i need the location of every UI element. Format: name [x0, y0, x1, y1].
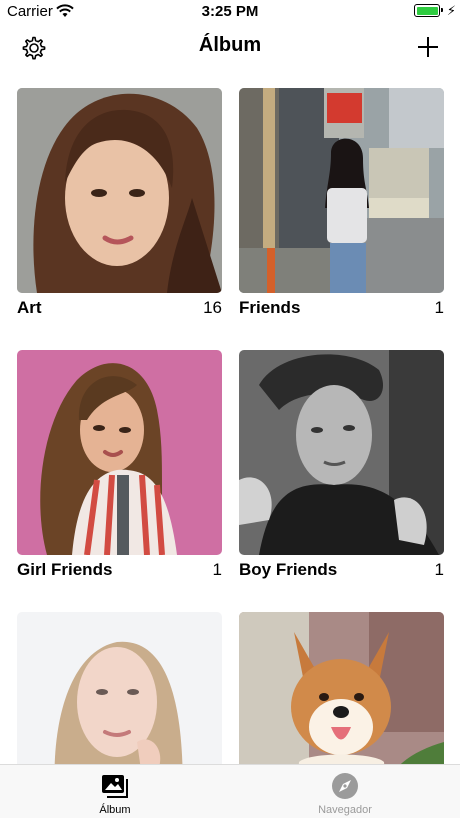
album-name: Boy Friends [239, 560, 338, 579]
album-item[interactable] [239, 612, 444, 764]
album-item[interactable]: Friends 1 [239, 88, 444, 320]
album-cover-image[interactable] [239, 612, 444, 764]
battery-icon [414, 4, 443, 17]
tab-bar: Álbum Navegador [0, 764, 460, 818]
album-cover-image[interactable] [17, 88, 222, 293]
status-bar: Carrier 3:25 PM ⚡ [0, 0, 460, 24]
compass-icon [332, 773, 358, 799]
album-count: 1 [212, 560, 222, 579]
charging-bolt-icon: ⚡ [446, 3, 456, 18]
navigation-bar: Álbum [0, 24, 460, 70]
tab-label: Navegador [318, 804, 372, 816]
album-name: Art [17, 298, 42, 317]
tab-album[interactable]: Álbum [0, 765, 230, 819]
album-item[interactable]: Art 16 [17, 88, 222, 320]
album-cover-image[interactable] [239, 88, 444, 293]
album-cover-image[interactable] [239, 350, 444, 555]
album-cover-image[interactable] [17, 612, 222, 764]
album-item[interactable] [17, 612, 222, 764]
album-grid[interactable]: Art 16 Friends 1 Girl Friends 1 Boy Frie… [0, 88, 460, 764]
album-name: Friends [239, 298, 301, 317]
album-name: Girl Friends [17, 560, 113, 579]
album-item[interactable]: Boy Friends 1 [239, 350, 444, 582]
page-title: Álbum [198, 34, 262, 56]
album-count: 16 [203, 298, 222, 317]
plus-icon[interactable] [416, 35, 440, 59]
album-count: 1 [434, 298, 444, 317]
album-count: 1 [434, 560, 444, 579]
tab-label: Álbum [99, 804, 131, 816]
album-cover-image[interactable] [17, 350, 222, 555]
album-item[interactable]: Girl Friends 1 [17, 350, 222, 582]
photo-stack-icon [102, 775, 128, 798]
status-time: 3:25 PM [201, 3, 259, 20]
tab-navegador[interactable]: Navegador [230, 765, 460, 819]
